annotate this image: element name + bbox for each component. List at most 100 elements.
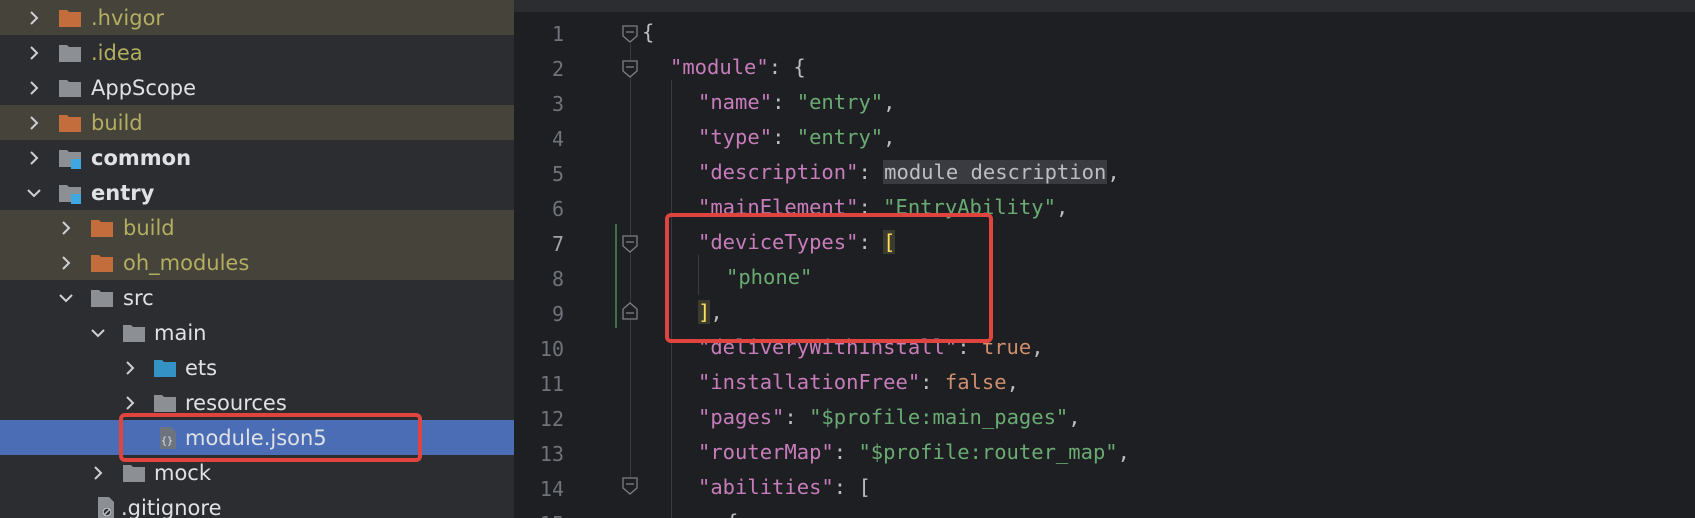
editor-tab-strip [514,0,1695,12]
tree-item-label: AppScope [91,75,196,100]
chevron-right-icon[interactable] [24,113,44,133]
folder-icon [59,114,81,132]
line-number: 6 [551,197,564,221]
code-line-12[interactable]: "pages": "$profile:main_pages", [698,405,1081,429]
folder-icon [154,394,176,412]
folder-icon [59,79,81,97]
code-token: , [1068,405,1081,429]
line-number: 4 [551,127,564,151]
json-key: "type" [698,125,773,149]
chevron-right-icon[interactable] [120,358,140,378]
folder-icon [91,289,113,307]
code-line-4[interactable]: "type": "entry", [698,125,896,149]
line-number: 3 [551,92,564,116]
code-token: : [784,405,810,429]
tree-item-entry-build[interactable]: build [0,210,514,245]
fold-open-icon[interactable] [622,235,638,253]
tree-item-appscope[interactable]: AppScope [0,70,514,105]
tree-item-label: .hvigor [91,5,165,30]
annotation-highlight-box [119,413,422,462]
code-token: : [833,440,859,464]
tree-item-idea[interactable]: .idea [0,35,514,70]
fold-open-icon[interactable] [622,25,638,43]
json-key: "installationFree" [698,370,921,394]
tree-item-label: build [123,215,175,240]
tree-item-label: mock [154,460,212,485]
code-token: : [772,125,797,149]
tree-item-gitignore[interactable]: .gitignore [0,490,514,518]
code-token: , [1107,160,1120,184]
folder-icon [91,254,113,272]
folder-icon [59,9,81,27]
fold-close-icon[interactable] [622,302,638,320]
line-number: 1 [551,22,564,46]
tree-item-hvigor[interactable]: .hvigor [0,0,514,35]
json-key: "description" [698,160,859,184]
annotation-highlight-box [665,213,993,343]
tree-item-ets[interactable]: ets [0,350,514,385]
line-number: 8 [551,267,564,291]
source-folder-icon [154,359,176,377]
line-number: 11 [539,372,564,396]
code-token: , [883,90,896,114]
tree-item-label: .idea [91,40,143,65]
json-key: "abilities" [698,475,834,499]
folder-icon [91,219,113,237]
chevron-right-icon[interactable] [56,253,76,273]
ignore-file-icon [98,496,114,518]
code-token: , [1006,370,1019,394]
line-number: 2 [551,57,564,81]
code-line-2[interactable]: "module": { [670,55,806,79]
chevron-down-icon[interactable] [24,183,44,203]
json-key: "pages" [698,405,785,429]
json-string: "$profile:main_pages" [809,405,1069,429]
code-token: , [1031,335,1044,359]
fold-open-icon[interactable] [622,60,638,78]
tree-item-label: ets [185,355,218,380]
tree-item-label: main [154,320,207,345]
chevron-right-icon[interactable] [24,148,44,168]
tree-item-oh-modules[interactable]: oh_modules [0,245,514,280]
vcs-change-marker[interactable] [615,224,617,328]
chevron-right-icon[interactable] [88,463,108,483]
tree-item-common[interactable]: common [0,140,514,175]
code-line-15[interactable]: { [726,510,738,518]
line-number: 5 [551,162,564,186]
chevron-down-icon[interactable] [56,288,76,308]
folder-icon [123,324,145,342]
code-token: : [920,370,945,394]
folder-icon [59,44,81,62]
code-line-3[interactable]: "name": "entry", [698,90,896,114]
tree-item-main[interactable]: main [0,315,514,350]
code-token: , [1117,440,1130,464]
chevron-down-icon[interactable] [88,323,108,343]
code-token: , [883,125,896,149]
json-keyword: false [944,370,1007,394]
line-number: 15 [514,512,564,518]
tree-item-src[interactable]: src [0,280,514,315]
tree-item-label: src [123,285,154,310]
tree-item-entry[interactable]: entry [0,175,514,210]
fold-open-icon[interactable] [622,477,638,495]
chevron-right-icon[interactable] [24,78,44,98]
tree-item-label: oh_modules [123,250,250,275]
code-line-1[interactable]: { [642,20,654,44]
code-token: : [772,90,797,114]
fold-gutter-line [630,44,631,494]
code-line-13[interactable]: "routerMap": "$profile:router_map", [698,440,1130,464]
chevron-right-icon[interactable] [120,393,140,413]
tree-item-build[interactable]: build [0,105,514,140]
code-token: , [1055,195,1069,219]
code-token: { [642,20,655,44]
json-key: "routerMap" [698,440,834,464]
chevron-right-icon[interactable] [24,8,44,28]
json-key: "name" [698,90,773,114]
code-line-11[interactable]: "installationFree": false, [698,370,1019,394]
chevron-right-icon[interactable] [56,218,76,238]
code-line-14[interactable]: "abilities": [ [698,475,871,499]
chevron-right-icon[interactable] [24,43,44,63]
folded-placeholder[interactable]: module description [883,160,1108,184]
code-token: : [ [833,475,871,499]
code-line-5[interactable]: "description": module description, [698,160,1120,184]
json-key: "module" [670,55,769,79]
